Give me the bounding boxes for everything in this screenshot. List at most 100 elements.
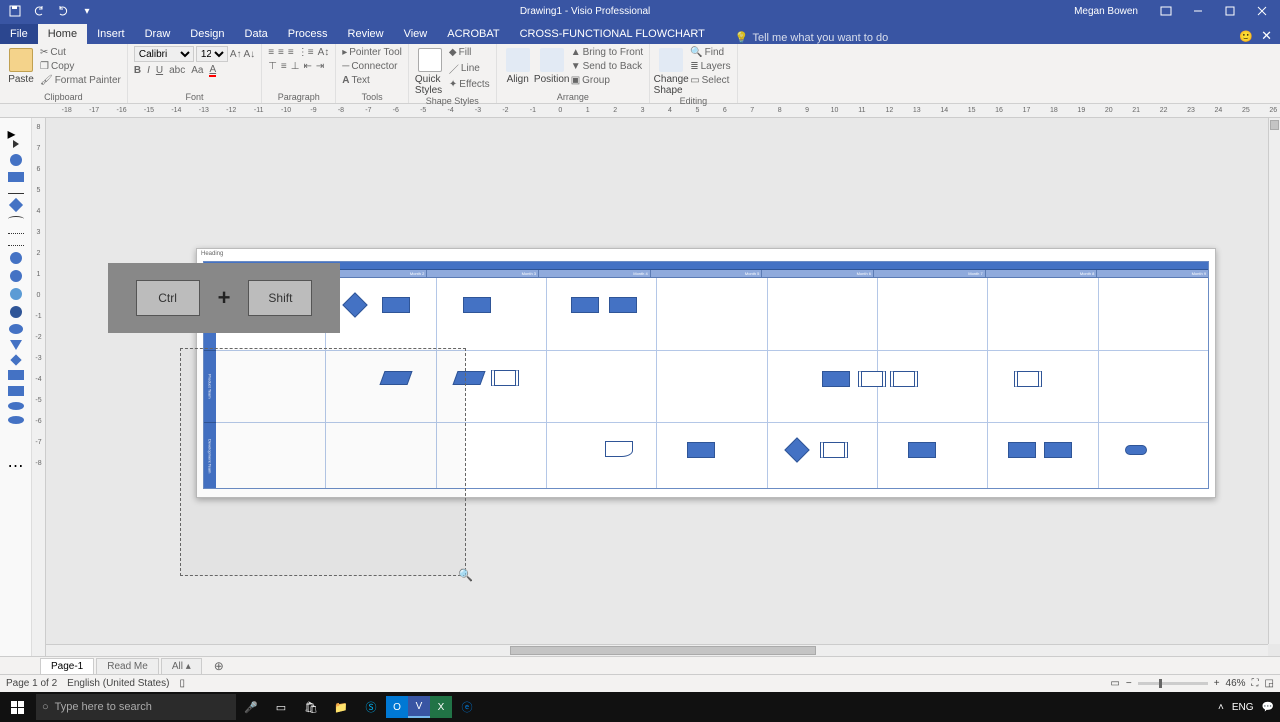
edge-icon[interactable]: ⓔ [452,692,482,722]
month-header[interactable]: Month 8 [986,270,1098,277]
zoom-in-button[interactable]: + [1214,678,1220,689]
text-case-button[interactable]: Aa [191,63,203,78]
page-tab-1[interactable]: Page-1 [40,658,94,674]
quick-styles-button[interactable]: Quick Styles [415,46,445,96]
shape-process[interactable] [687,442,715,458]
tray-expand-icon[interactable]: ˄ [1218,702,1224,713]
excel-icon[interactable]: X [430,696,452,718]
align-left-icon[interactable]: ≡ [268,46,274,59]
shape-process[interactable] [609,297,637,313]
notifications-icon[interactable]: 💬 [1262,702,1274,713]
save-icon[interactable] [6,2,24,20]
shape-triangle-icon[interactable] [10,340,22,350]
shape-line-icon[interactable] [8,193,24,194]
month-header[interactable]: Month 6 [762,270,874,277]
file-explorer-icon[interactable]: 📁 [326,692,356,722]
shape-circle3-icon[interactable] [10,270,22,282]
shape-process[interactable] [463,297,491,313]
macro-record-icon[interactable]: ▯ [179,678,185,689]
connector-tool-button[interactable]: ─ Connector [342,60,397,73]
shape-pointer-icon[interactable] [13,140,19,148]
shape-rect-icon[interactable] [8,172,24,182]
find-button[interactable]: 🔍 Find [690,46,730,59]
group-button[interactable]: ▣ Group [571,74,644,87]
shape-circle6-icon[interactable] [9,324,23,334]
shape-diamond-icon[interactable] [8,198,22,212]
taskbar-search[interactable]: ○ Type here to search [36,694,236,720]
shape-process[interactable] [382,297,410,313]
month-header[interactable]: Month 5 [651,270,763,277]
tray-lang[interactable]: ENG [1232,702,1254,713]
cortana-mic-icon[interactable]: 🎤 [236,692,266,722]
qat-customize-icon[interactable]: ▾ [78,2,96,20]
shape-curve-icon[interactable] [8,216,24,222]
align-middle-icon[interactable]: ≡ [281,60,287,73]
canvas[interactable]: Heading Title Month 1Month 2Month 3Month… [46,118,1280,656]
shape-predefined[interactable] [1014,371,1042,387]
tab-view[interactable]: View [394,24,438,44]
font-color-button[interactable]: A [209,63,216,78]
shape-circle5-icon[interactable] [10,306,22,318]
shape-decision[interactable] [343,292,368,317]
shape-decision[interactable] [784,438,809,463]
shape-predefined[interactable] [491,370,519,386]
undo-icon[interactable] [30,2,48,20]
month-header[interactable]: Month 4 [539,270,651,277]
effects-button[interactable]: ✦ Effects [449,78,490,91]
tab-data[interactable]: Data [235,24,278,44]
pointer-tool-button[interactable]: ▸ Pointer Tool [342,46,402,59]
scrollbar-vertical[interactable] [1268,118,1280,644]
visio-icon[interactable]: V [408,696,430,718]
shape-ellipse-icon[interactable] [8,402,24,410]
close-button[interactable] [1248,0,1276,22]
ribbon-display-icon[interactable] [1152,0,1180,22]
tab-file[interactable]: File [0,24,38,44]
bold-button[interactable]: B [134,63,141,78]
tab-process[interactable]: Process [278,24,338,44]
shapes-expand-icon[interactable]: ▸ [8,124,24,134]
tab-cross-functional-flowchart[interactable]: CROSS-FUNCTIONAL FLOWCHART [510,24,715,44]
strike-button[interactable]: abc [169,63,185,78]
swimlane-title[interactable]: Title [204,262,1208,270]
align-button[interactable]: Align [503,46,533,85]
minimize-button[interactable] [1184,0,1212,22]
shape-process[interactable] [1044,442,1072,458]
position-button[interactable]: Position [537,46,567,85]
zoom-out-button[interactable]: − [1126,678,1132,689]
page-tab-all[interactable]: All ▴ [161,658,202,674]
fit-page-icon[interactable]: ⛶ [1252,678,1259,689]
scrollbar-horizontal[interactable] [46,644,1268,656]
font-size-select[interactable]: 12pt [196,46,228,62]
bring-to-front-button[interactable]: ▲ Bring to Front [571,46,644,59]
select-button[interactable]: ▭ Select [690,74,730,87]
zoom-slider[interactable] [1138,682,1208,685]
month-header[interactable]: Month 9 [1097,270,1208,277]
fill-button[interactable]: ◆ Fill [449,46,490,59]
feedback-icon[interactable]: 🙂 [1239,30,1253,43]
indent-dec-icon[interactable]: ⇤ [303,60,311,73]
format-painter-button[interactable]: 🖌 Format Painter [40,74,121,87]
send-to-back-button[interactable]: ▼ Send to Back [571,60,644,73]
presentation-mode-icon[interactable]: ▭ [1110,678,1119,689]
month-header[interactable]: Month 7 [874,270,986,277]
tell-me-search[interactable]: 💡 Tell me what you want to do [735,31,888,44]
shape-rect2-icon[interactable] [8,370,24,380]
bullets-icon[interactable]: ⋮≡ [298,46,314,59]
line-button[interactable]: ／ Line [449,60,490,77]
layers-button[interactable]: ≣ Layers [690,60,730,73]
shape-dotted2-icon[interactable] [8,245,24,246]
increase-font-icon[interactable]: A↑ [230,46,242,62]
paste-button[interactable]: Paste [6,46,36,85]
task-view-icon[interactable]: ▭ [266,692,296,722]
redo-icon[interactable] [54,2,72,20]
shape-circle-icon[interactable] [10,154,22,166]
align-bottom-icon[interactable]: ⊥ [291,60,300,73]
status-language[interactable]: English (United States) [67,678,169,689]
store-icon[interactable]: 🛍 [296,692,326,722]
shape-rect3-icon[interactable] [8,386,24,396]
shape-process[interactable] [908,442,936,458]
shape-process[interactable] [1008,442,1036,458]
underline-button[interactable]: U [156,63,163,78]
tab-draw[interactable]: Draw [135,24,181,44]
align-top-icon[interactable]: ⊤ [268,60,277,73]
